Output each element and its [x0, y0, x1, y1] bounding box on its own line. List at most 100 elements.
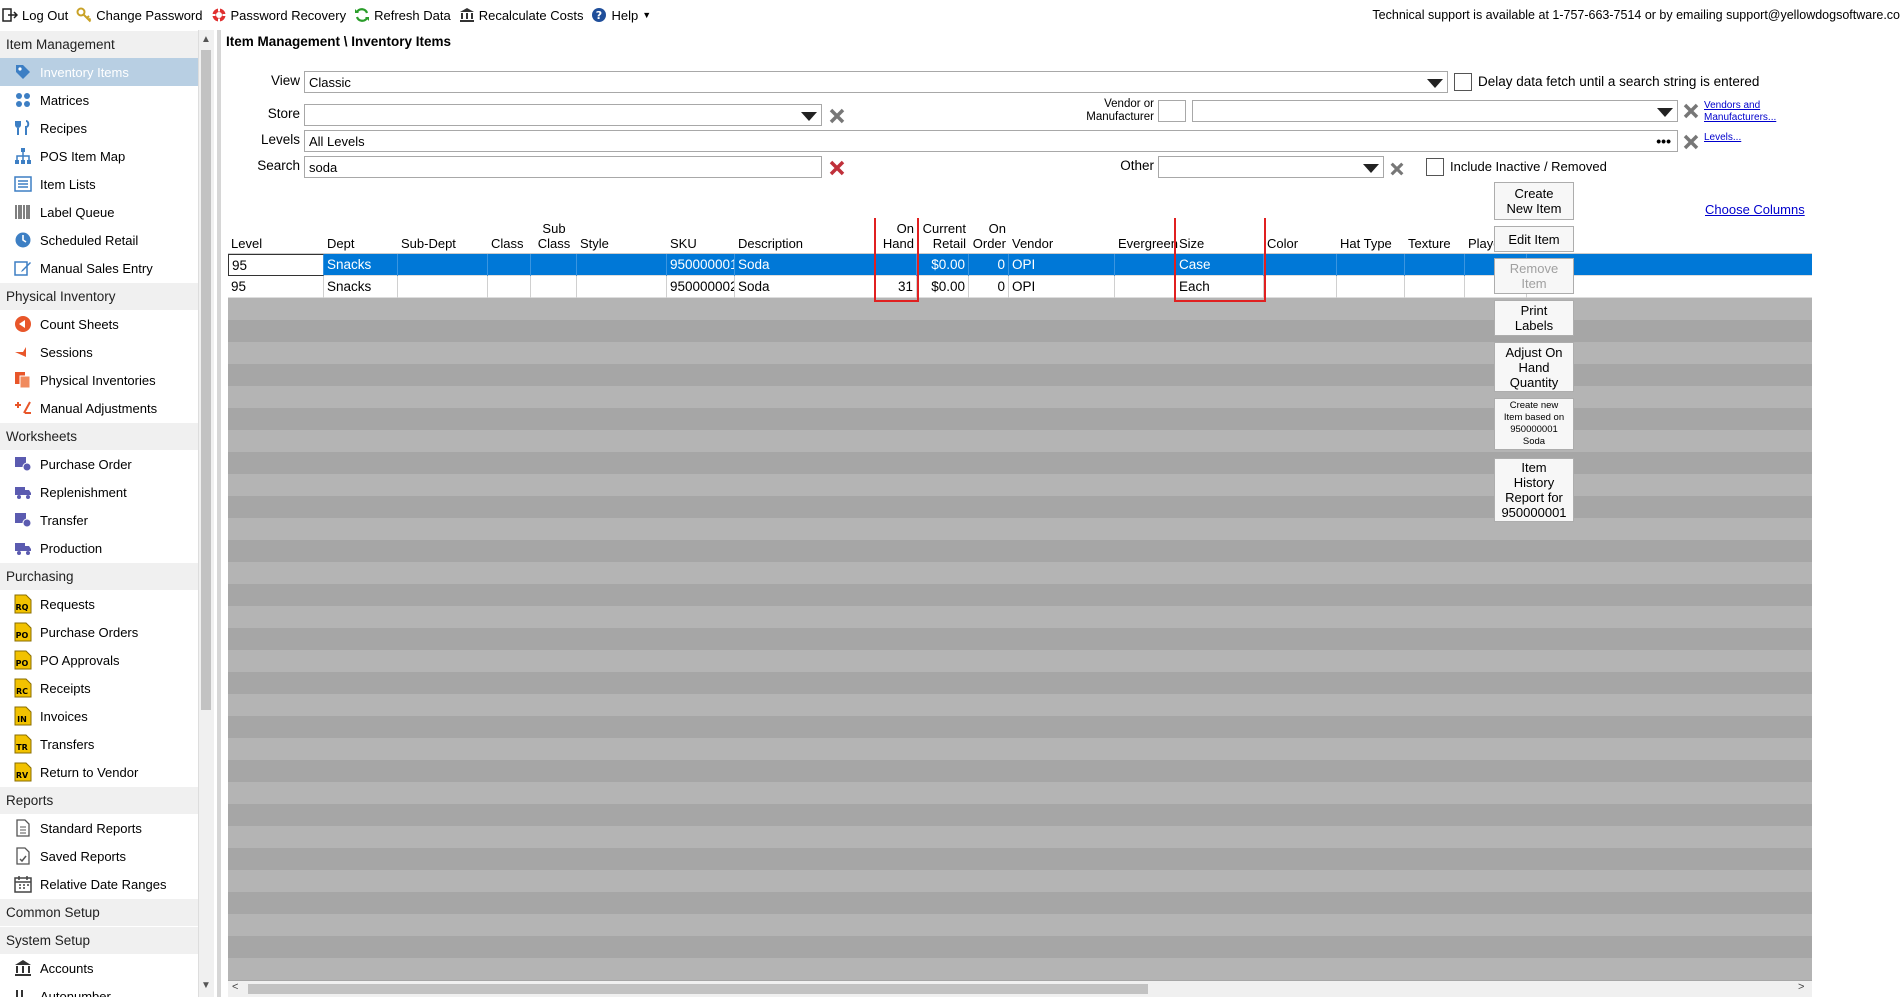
clear-vendor-button[interactable] [1680, 100, 1702, 122]
cell-subclass[interactable] [531, 254, 577, 276]
grid-horizontal-scrollbar[interactable]: < > [228, 981, 1812, 997]
adjust-on-hand-button[interactable]: Adjust On Hand Quantity [1494, 342, 1574, 392]
cell-evergreen[interactable] [1115, 254, 1176, 276]
cell-retail[interactable]: $0.00 [917, 254, 969, 276]
include-inactive-checkbox[interactable] [1426, 158, 1444, 176]
scroll-down-icon[interactable]: ▼ [200, 980, 212, 991]
cell-level[interactable]: 95 [228, 254, 324, 276]
table-row[interactable]: 95 Snacks 950000002 Soda 31 $0.00 0 OPI Each [228, 276, 1812, 298]
levels-input[interactable]: All Levels ••• [304, 130, 1678, 152]
column-header-class[interactable]: Class [488, 218, 531, 254]
view-select[interactable]: Classic [304, 71, 1448, 93]
cell-description[interactable]: Soda [735, 276, 876, 298]
sidebar-item-physical-inventories[interactable]: Physical Inventories [0, 366, 198, 394]
sidebar-item-label-queue[interactable]: Label Queue [0, 198, 198, 226]
vendors-manufacturers-link[interactable]: Vendors and Manufacturers... [1704, 100, 1776, 124]
sidebar-item-scheduled-retail[interactable]: Scheduled Retail [0, 226, 198, 254]
cell-subclass[interactable] [531, 276, 577, 298]
cell-vendor[interactable]: OPI [1009, 276, 1115, 298]
sidebar-item-manual-sales-entry[interactable]: Manual Sales Entry [0, 254, 198, 282]
cell-texture[interactable] [1405, 254, 1465, 276]
column-header-hattype[interactable]: Hat Type [1337, 218, 1405, 254]
store-select[interactable] [304, 104, 822, 126]
other-select[interactable] [1158, 156, 1384, 178]
cell-hattype[interactable] [1337, 254, 1405, 276]
column-header-onorder[interactable]: On Order [969, 218, 1009, 254]
sidebar-item-accounts[interactable]: Accounts [0, 954, 198, 982]
sidebar-item-count-sheets[interactable]: Count Sheets [0, 310, 198, 338]
sidebar-item-requests[interactable]: RQ Requests [0, 590, 198, 618]
cell-color[interactable] [1264, 276, 1337, 298]
cell-size[interactable]: Case [1176, 254, 1264, 276]
cell-onhand[interactable] [876, 254, 917, 276]
cell-color[interactable] [1264, 254, 1337, 276]
sidebar-section-worksheets[interactable]: Worksheets [0, 422, 198, 450]
scroll-right-icon[interactable]: > [1798, 981, 1804, 993]
sidebar-item-transfers[interactable]: TR Transfers [0, 730, 198, 758]
sidebar-section-purchasing[interactable]: Purchasing [0, 562, 198, 590]
scroll-left-icon[interactable]: < [232, 981, 238, 993]
sidebar-item-replenishment[interactable]: Replenishment [0, 478, 198, 506]
clear-levels-button[interactable] [1680, 131, 1702, 153]
password-recovery-button[interactable]: Password Recovery [209, 0, 353, 30]
recalculate-costs-button[interactable]: Recalculate Costs [457, 0, 590, 30]
cell-vendor[interactable]: OPI [1009, 254, 1115, 276]
column-header-subdept[interactable]: Sub-Dept [398, 218, 488, 254]
search-input[interactable]: soda [304, 156, 822, 178]
item-history-report-button[interactable]: Item History Report for 950000001 [1494, 458, 1574, 522]
cell-size[interactable]: Each [1176, 276, 1264, 298]
sidebar-item-transfer[interactable]: Transfer [0, 506, 198, 534]
cell-class[interactable] [488, 254, 531, 276]
cell-onhand[interactable]: 31 [876, 276, 917, 298]
sidebar-item-invoices[interactable]: IN Invoices [0, 702, 198, 730]
clear-other-button[interactable] [1386, 158, 1408, 180]
help-menu[interactable]: ? Help ▼ [589, 0, 657, 30]
sidebar-item-saved-reports[interactable]: Saved Reports [0, 842, 198, 870]
edit-item-button[interactable]: Edit Item [1494, 226, 1574, 252]
sidebar-item-return-to-vendor[interactable]: RV Return to Vendor [0, 758, 198, 786]
sidebar-item-matrices[interactable]: Matrices [0, 86, 198, 114]
items-grid[interactable]: Level Dept Sub-Dept Class Sub Class Style SKU De… [228, 218, 1812, 981]
refresh-data-button[interactable]: Refresh Data [352, 0, 457, 30]
sidebar-section-common-setup[interactable]: Common Setup [0, 898, 198, 926]
sidebar-item-sessions[interactable]: Sessions [0, 338, 198, 366]
column-header-vendor[interactable]: Vendor [1009, 218, 1115, 254]
cell-texture[interactable] [1405, 276, 1465, 298]
cell-subdept[interactable] [398, 276, 488, 298]
sidebar-item-po-approvals[interactable]: PO PO Approvals [0, 646, 198, 674]
create-based-on-button[interactable]: Create new Item based on 950000001 Soda [1494, 398, 1574, 450]
cell-level[interactable]: 95 [228, 276, 324, 298]
cell-sku[interactable]: 950000001 [667, 254, 735, 276]
column-header-evergreen[interactable]: Evergreen [1115, 218, 1178, 254]
sidebar-item-manual-adjustments[interactable]: Manual Adjustments [0, 394, 198, 422]
scroll-up-icon[interactable]: ▲ [200, 34, 212, 45]
choose-columns-link[interactable]: Choose Columns [1705, 202, 1805, 217]
delay-fetch-checkbox[interactable] [1454, 73, 1472, 91]
vendor-code-input[interactable] [1158, 100, 1186, 122]
sidebar-item-production[interactable]: Production [0, 534, 198, 562]
grid-scroll-thumb[interactable] [248, 984, 1148, 994]
column-header-color[interactable]: Color [1264, 218, 1337, 254]
sidebar-item-pos-item-map[interactable]: POS Item Map [0, 142, 198, 170]
sidebar-item-autonumber[interactable]: Autonumber [0, 982, 198, 997]
sidebar-item-relative-date-ranges[interactable]: Relative Date Ranges [0, 870, 198, 898]
cell-evergreen[interactable] [1115, 276, 1176, 298]
cell-description[interactable]: Soda [735, 254, 876, 276]
cell-hattype[interactable] [1337, 276, 1405, 298]
column-header-subclass[interactable]: Sub Class [531, 218, 577, 254]
clear-store-button[interactable] [826, 105, 848, 127]
sidebar-item-standard-reports[interactable]: Standard Reports [0, 814, 198, 842]
column-header-retail[interactable]: Current Retail [917, 218, 969, 254]
sidebar-section-physical-inventory[interactable]: Physical Inventory [0, 282, 198, 310]
cell-retail[interactable]: $0.00 [917, 276, 969, 298]
sidebar-item-inventory-items[interactable]: Inventory Items [0, 58, 198, 86]
sidebar-section-system-setup[interactable]: System Setup [0, 926, 198, 954]
column-header-sku[interactable]: SKU [667, 218, 735, 254]
change-password-button[interactable]: Change Password [74, 0, 208, 30]
column-header-description[interactable]: Description [735, 218, 876, 254]
remove-item-button[interactable]: Remove Item [1494, 258, 1574, 294]
sidebar-item-receipts[interactable]: RC Receipts [0, 674, 198, 702]
table-row[interactable]: 95 Snacks 950000001 Soda $0.00 0 OPI Case [228, 254, 1812, 276]
cell-class[interactable] [488, 276, 531, 298]
sidebar-scroll-thumb[interactable] [201, 50, 211, 710]
